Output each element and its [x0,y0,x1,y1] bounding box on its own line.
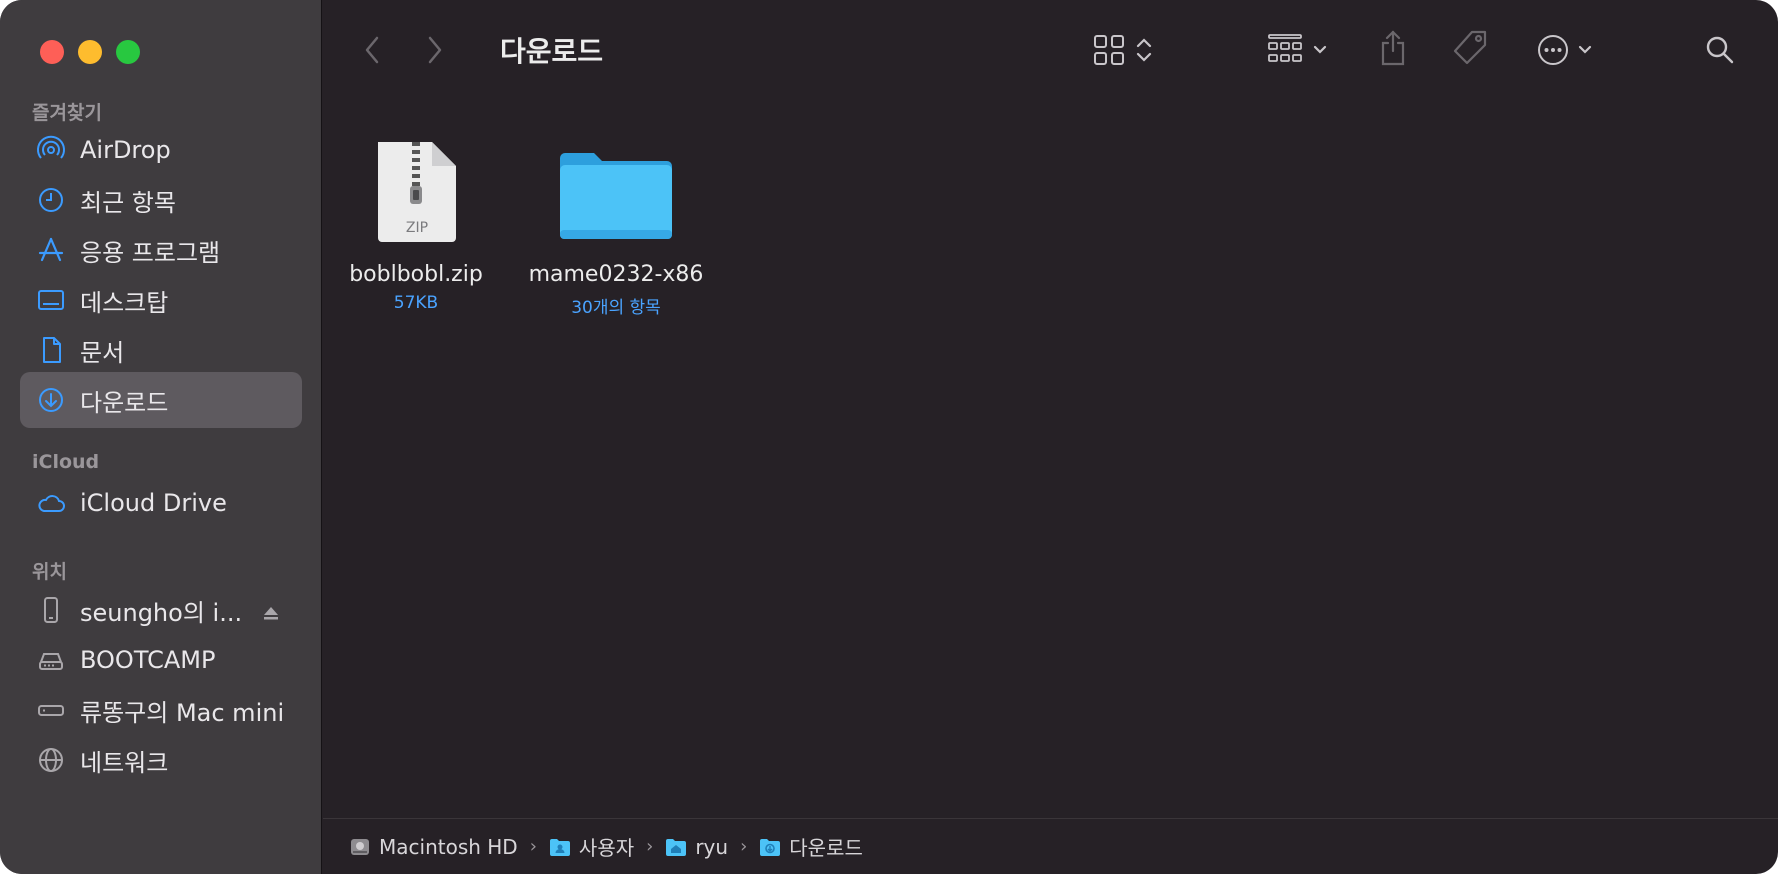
share-icon [1381,30,1405,66]
chevron-right-icon [428,36,442,64]
group-button[interactable] [1263,30,1333,70]
window-title: 다운로드 [500,35,604,68]
file-item-folder[interactable]: mame0232-x86 30개의 항목 [516,140,716,318]
back-button[interactable] [358,30,386,70]
path-crumb-label: 다운로드 [789,836,863,860]
chevron-down-icon [1313,45,1327,54]
sidebar-item-label: seungho의 i... [80,598,243,627]
folder-item-count: 30개의 항목 [571,298,661,318]
path-bar: Macintosh HD › 사용자 › ryu › 다운로드 [323,818,1778,874]
zip-archive-icon: ZIP [378,142,456,242]
sidebar-item-label: 응용 프로그램 [80,238,221,267]
zip-badge-label: ZIP [406,220,428,236]
sidebar-item-label: 데스크탑 [80,288,169,317]
sidebar-item-mac-mini[interactable]: 류똥구의 Mac mini [20,682,302,738]
downloads-folder-icon [760,838,781,856]
sidebar-item-label: 류똥구의 Mac mini [80,698,285,727]
sidebar-item-label: 네트워크 [80,748,169,777]
sidebar-item-documents[interactable]: 문서 [20,322,302,378]
path-crumb-downloads[interactable]: 다운로드 [759,832,863,861]
group-grid-icon [1268,34,1302,62]
path-crumb-ryu[interactable]: ryu [665,835,728,859]
users-folder-icon [549,838,570,856]
path-crumb-label: 사용자 [578,836,635,860]
zoom-window-button[interactable] [116,40,140,64]
download-icon [36,385,66,415]
sidebar-item-network[interactable]: 네트워크 [20,732,302,788]
sidebar-item-label: iCloud Drive [80,489,227,517]
mac-mini-icon [36,695,66,725]
file-name: boblbobl.zip [349,262,483,287]
finder-window: 즐겨찾기 AirDrop 최근 항목 응용 프로그램 데스크탑 문서 다운로드 … [0,0,1778,874]
sidebar-item-recents[interactable]: 최근 항목 [20,172,302,228]
file-item-zip[interactable]: ZIP boblbobl.zip 57KB [316,140,516,313]
sidebar-item-label: 다운로드 [80,388,169,417]
hard-disk-icon [351,838,369,855]
more-actions-button[interactable] [1530,30,1600,70]
sidebar-item-icloud-drive[interactable]: iCloud Drive [20,475,302,531]
sidebar-item-label: BOOTCAMP [80,646,216,674]
view-mode-button[interactable] [1088,30,1158,70]
window-controls [40,40,140,64]
sidebar-item-label: 최근 항목 [80,188,176,217]
file-browser-content: ZIP boblbobl.zip 57KB mame0232-x86 30개의 … [323,100,1778,818]
path-crumb-users[interactable]: 사용자 [549,832,634,861]
chevron-right-icon: › [740,836,748,857]
sidebar-item-bootcamp[interactable]: BOOTCAMP [20,632,302,688]
path-crumb-label: ryu [695,834,729,859]
tag-icon [1453,30,1487,65]
document-icon [36,335,66,365]
file-size: 57KB [393,293,439,313]
forward-button[interactable] [421,30,449,70]
toolbar: 다운로드 [323,0,1778,100]
locations-section-title: 위치 [32,561,67,583]
eject-icon[interactable] [262,600,280,628]
chevron-right-icon: › [529,836,537,857]
minimize-window-button[interactable] [78,40,102,64]
sidebar-item-label: AirDrop [80,136,171,164]
icon-grid-icon [1094,35,1124,65]
iphone-icon [36,595,66,625]
file-name: mame0232-x86 [528,262,704,287]
sidebar-item-downloads[interactable]: 다운로드 [20,372,302,428]
tag-button[interactable] [1448,26,1492,70]
search-button[interactable] [1700,30,1740,70]
drive-icon [36,645,66,675]
chevron-left-icon [365,36,379,64]
home-folder-icon [666,838,687,856]
sidebar-item-desktop[interactable]: 데스크탑 [20,272,302,328]
chevron-right-icon: › [646,836,654,857]
close-window-button[interactable] [40,40,64,64]
airdrop-icon [36,135,66,165]
ellipsis-circle-icon [1538,35,1568,65]
share-button[interactable] [1373,26,1413,70]
favorites-section-title: 즐겨찾기 [32,102,102,124]
path-crumb-macintosh-hd[interactable]: Macintosh HD [349,835,518,859]
icloud-section-title: iCloud [32,451,100,473]
sidebar-item-airdrop[interactable]: AirDrop [20,122,302,178]
chevron-down-icon [1578,45,1592,54]
up-down-chevron-icon [1136,38,1152,62]
cloud-icon [36,488,66,518]
path-crumb-label: Macintosh HD [379,834,518,859]
applications-icon [36,235,66,265]
sidebar-item-iphone[interactable]: seungho의 i... [20,582,302,638]
clock-icon [36,185,66,215]
network-icon [36,745,66,775]
sidebar-item-applications[interactable]: 응용 프로그램 [20,222,302,278]
search-icon [1706,36,1734,64]
sidebar-item-label: 문서 [80,338,125,367]
desktop-icon [36,285,66,315]
sidebar: 즐겨찾기 AirDrop 최근 항목 응용 프로그램 데스크탑 문서 다운로드 … [0,0,322,874]
folder-icon [560,153,672,239]
